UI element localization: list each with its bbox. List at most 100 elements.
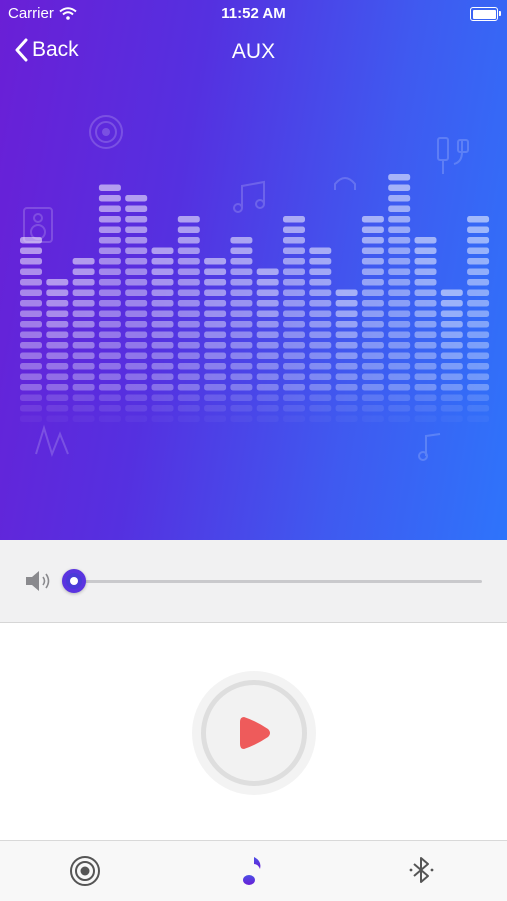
equalizer-reflection bbox=[46, 415, 69, 422]
equalizer-segment bbox=[230, 279, 253, 286]
equalizer-segment bbox=[125, 331, 148, 338]
tab-music[interactable] bbox=[236, 853, 272, 889]
volume-control bbox=[0, 540, 507, 623]
equalizer-segment bbox=[256, 363, 279, 370]
equalizer-reflection bbox=[388, 394, 411, 401]
equalizer-segment bbox=[467, 237, 490, 244]
equalizer-segment bbox=[151, 268, 174, 275]
equalizer-segment bbox=[125, 226, 148, 233]
tab-radio[interactable] bbox=[67, 853, 103, 889]
equalizer-segment bbox=[309, 321, 332, 328]
equalizer-segment bbox=[177, 352, 200, 359]
equalizer-segment bbox=[125, 384, 148, 391]
equalizer-segment bbox=[414, 352, 437, 359]
equalizer-reflection bbox=[335, 405, 358, 412]
equalizer-segment bbox=[230, 352, 253, 359]
equalizer-segment bbox=[204, 268, 227, 275]
tab-bluetooth[interactable] bbox=[404, 853, 440, 889]
equalizer-segment bbox=[388, 226, 411, 233]
equalizer-segment bbox=[204, 300, 227, 307]
equalizer-reflection bbox=[309, 405, 332, 412]
equalizer-segment bbox=[283, 321, 305, 328]
volume-slider-track[interactable] bbox=[74, 580, 482, 583]
equalizer-segment bbox=[177, 268, 200, 275]
equalizer-segment bbox=[177, 279, 200, 286]
equalizer-segment bbox=[414, 384, 437, 391]
equalizer-segment bbox=[309, 289, 332, 296]
equalizer-segment bbox=[204, 352, 227, 359]
equalizer-segment bbox=[283, 373, 305, 380]
equalizer-segment bbox=[309, 268, 332, 275]
equalizer-segment bbox=[256, 300, 279, 307]
equalizer-segment bbox=[414, 237, 437, 244]
equalizer-segment bbox=[151, 279, 174, 286]
equalizer-segment bbox=[440, 363, 463, 370]
equalizer-segment bbox=[177, 237, 200, 244]
equalizer-segment bbox=[230, 300, 253, 307]
equalizer-segment bbox=[98, 300, 121, 307]
equalizer-segment bbox=[388, 216, 411, 223]
equalizer-segment bbox=[388, 258, 411, 265]
equalizer-segment bbox=[414, 289, 437, 296]
equalizer-segment bbox=[98, 373, 121, 380]
equalizer-segment bbox=[72, 300, 95, 307]
equalizer-segment bbox=[467, 331, 490, 338]
volume-slider-thumb[interactable] bbox=[62, 569, 86, 593]
equalizer-segment bbox=[309, 258, 332, 265]
equalizer-reflection bbox=[46, 405, 69, 412]
equalizer-reflection bbox=[414, 405, 437, 412]
equalizer-column bbox=[256, 268, 279, 422]
equalizer-reflection bbox=[361, 405, 384, 412]
equalizer-segment bbox=[335, 331, 358, 338]
equalizer-segment bbox=[388, 331, 411, 338]
equalizer-segment bbox=[72, 342, 95, 349]
equalizer-segment bbox=[283, 258, 305, 265]
equalizer-segment bbox=[440, 331, 463, 338]
equalizer-segment bbox=[151, 331, 174, 338]
equalizer-segment bbox=[204, 258, 227, 265]
equalizer-segment bbox=[256, 321, 279, 328]
equalizer-segment bbox=[46, 300, 69, 307]
equalizer-reflection bbox=[361, 415, 384, 422]
equalizer-segment bbox=[361, 321, 384, 328]
equalizer-segment bbox=[46, 363, 69, 370]
equalizer-segment bbox=[388, 300, 411, 307]
equalizer-segment bbox=[46, 331, 69, 338]
equalizer-segment bbox=[309, 342, 332, 349]
equalizer-segment bbox=[177, 310, 200, 317]
equalizer-segment bbox=[440, 310, 463, 317]
equalizer-segment bbox=[256, 331, 279, 338]
equalizer-segment bbox=[46, 321, 69, 328]
equalizer-segment bbox=[98, 195, 121, 202]
equalizer-segment bbox=[72, 268, 95, 275]
equalizer-segment bbox=[388, 247, 411, 254]
equalizer-segment bbox=[309, 247, 332, 254]
equalizer-segment bbox=[125, 321, 148, 328]
equalizer-segment bbox=[98, 352, 121, 359]
equalizer-segment bbox=[72, 289, 95, 296]
equalizer-segment bbox=[151, 300, 174, 307]
equalizer-segment bbox=[204, 342, 227, 349]
equalizer-reflection bbox=[204, 405, 227, 412]
equalizer-reflection bbox=[309, 394, 332, 401]
equalizer-segment bbox=[283, 310, 305, 317]
equalizer-segment bbox=[335, 363, 358, 370]
equalizer-column bbox=[335, 289, 358, 422]
equalizer-reflection bbox=[256, 394, 279, 401]
equalizer-segment bbox=[414, 300, 437, 307]
equalizer-segment bbox=[125, 363, 148, 370]
equalizer-segment bbox=[467, 279, 490, 286]
equalizer-segment bbox=[177, 321, 200, 328]
equalizer-segment bbox=[335, 352, 358, 359]
play-button[interactable] bbox=[192, 671, 316, 795]
equalizer-segment bbox=[72, 352, 95, 359]
equalizer-segment bbox=[98, 237, 121, 244]
equalizer-segment bbox=[204, 384, 227, 391]
equalizer-segment bbox=[204, 321, 227, 328]
equalizer-reflection bbox=[72, 394, 95, 401]
equalizer-reflection bbox=[151, 405, 174, 412]
equalizer-segment bbox=[72, 279, 95, 286]
equalizer-segment bbox=[361, 373, 384, 380]
equalizer-reflection bbox=[440, 394, 463, 401]
equalizer-segment bbox=[151, 258, 174, 265]
